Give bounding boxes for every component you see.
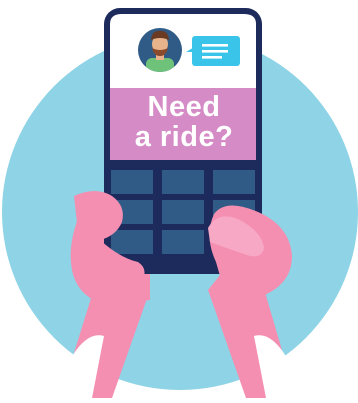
headline: Need a ride? bbox=[110, 92, 258, 152]
keypad-key bbox=[111, 230, 153, 254]
headline-line-1: Need bbox=[147, 91, 221, 123]
keypad-key bbox=[162, 230, 204, 254]
illustration-canvas bbox=[2, 8, 358, 398]
chat-bubble-icon bbox=[186, 36, 240, 66]
keypad-key bbox=[111, 170, 153, 194]
keypad-key bbox=[162, 170, 204, 194]
headline-line-2: a ride? bbox=[134, 121, 234, 153]
keypad-key bbox=[162, 200, 204, 224]
ride-illustration: Need a ride? bbox=[0, 0, 358, 398]
keypad-key bbox=[213, 170, 255, 194]
